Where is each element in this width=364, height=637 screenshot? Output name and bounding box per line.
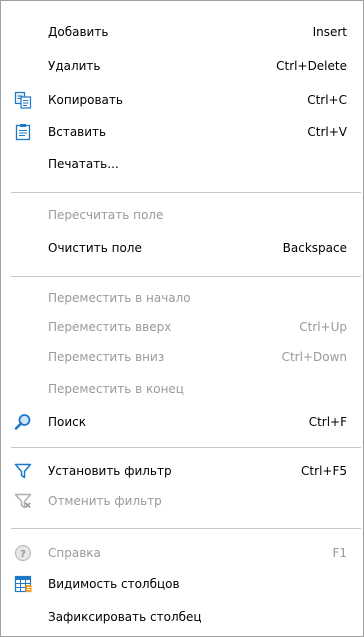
menu-item-move-up[interactable]: Переместить вверх Ctrl+Up <box>1 314 363 340</box>
menu-item-clear-field[interactable]: Очистить поле Backspace <box>1 235 363 261</box>
menu-item-label: Пересчитать поле <box>48 208 164 222</box>
menu-item-shortcut: Ctrl+Up <box>299 320 347 334</box>
menu-separator <box>11 528 361 529</box>
menu-item-search[interactable]: Поиск Ctrl+F <box>1 409 363 435</box>
menu-item-label: Вставить <box>48 125 107 139</box>
menu-item-cancel-filter[interactable]: Отменить фильтр <box>1 488 363 514</box>
menu-item-label: Переместить вверх <box>48 320 172 334</box>
paste-icon <box>14 123 32 141</box>
help-icon: ? <box>14 544 32 562</box>
menu-item-shortcut: Ctrl+Down <box>281 350 347 364</box>
menu-separator <box>11 447 361 448</box>
filter-icon <box>14 462 32 480</box>
menu-item-label: Печатать... <box>48 157 119 171</box>
menu-item-print[interactable]: Печатать... <box>1 151 363 177</box>
menu-item-label: Добавить <box>48 25 109 39</box>
menu-item-shortcut: Backspace <box>282 241 347 255</box>
menu-item-label: Отменить фильтр <box>48 494 162 508</box>
columns-icon <box>14 575 32 593</box>
context-menu: Добавить Insert Удалить Ctrl+Delete Копи… <box>0 0 364 637</box>
menu-item-set-filter[interactable]: Установить фильтр Ctrl+F5 <box>1 458 363 484</box>
menu-item-column-visibility[interactable]: Видимость столбцов <box>1 571 363 597</box>
menu-item-shortcut: Ctrl+V <box>307 125 347 139</box>
menu-item-label: Удалить <box>48 59 101 73</box>
copy-icon <box>14 91 32 109</box>
menu-item-move-down[interactable]: Переместить вниз Ctrl+Down <box>1 344 363 370</box>
menu-item-shortcut: Ctrl+Delete <box>276 59 347 73</box>
menu-item-shortcut: F1 <box>332 546 347 560</box>
menu-item-shortcut: Insert <box>312 25 347 39</box>
menu-item-delete[interactable]: Удалить Ctrl+Delete <box>1 53 363 79</box>
menu-item-paste[interactable]: Вставить Ctrl+V <box>1 119 363 145</box>
menu-item-help[interactable]: ? Справка F1 <box>1 540 363 566</box>
menu-item-label: Поиск <box>48 415 87 429</box>
menu-item-move-to-start[interactable]: Переместить в начало <box>1 285 363 311</box>
menu-item-label: Зафиксировать столбец <box>48 610 202 624</box>
menu-item-label: Справка <box>48 546 101 560</box>
clear-filter-icon <box>14 492 32 510</box>
menu-item-label: Установить фильтр <box>48 464 172 478</box>
menu-item-label: Копировать <box>48 93 123 107</box>
menu-separator <box>11 192 361 193</box>
menu-item-label: Очистить поле <box>48 241 142 255</box>
menu-item-label: Переместить в начало <box>48 291 191 305</box>
menu-item-shortcut: Ctrl+F5 <box>301 464 347 478</box>
search-icon <box>14 413 32 431</box>
menu-item-label: Переместить в конец <box>48 382 184 396</box>
menu-separator <box>11 276 361 277</box>
menu-item-copy[interactable]: Копировать Ctrl+C <box>1 87 363 113</box>
menu-item-shortcut: Ctrl+F <box>308 415 347 429</box>
menu-item-recalculate-field[interactable]: Пересчитать поле <box>1 202 363 228</box>
menu-item-move-to-end[interactable]: Переместить в конец <box>1 376 363 402</box>
menu-item-freeze-column[interactable]: Зафиксировать столбец <box>1 604 363 630</box>
menu-item-label: Видимость столбцов <box>48 577 180 591</box>
menu-item-add[interactable]: Добавить Insert <box>1 19 363 45</box>
menu-item-label: Переместить вниз <box>48 350 165 364</box>
menu-item-shortcut: Ctrl+C <box>307 93 347 107</box>
svg-text:?: ? <box>20 549 26 560</box>
